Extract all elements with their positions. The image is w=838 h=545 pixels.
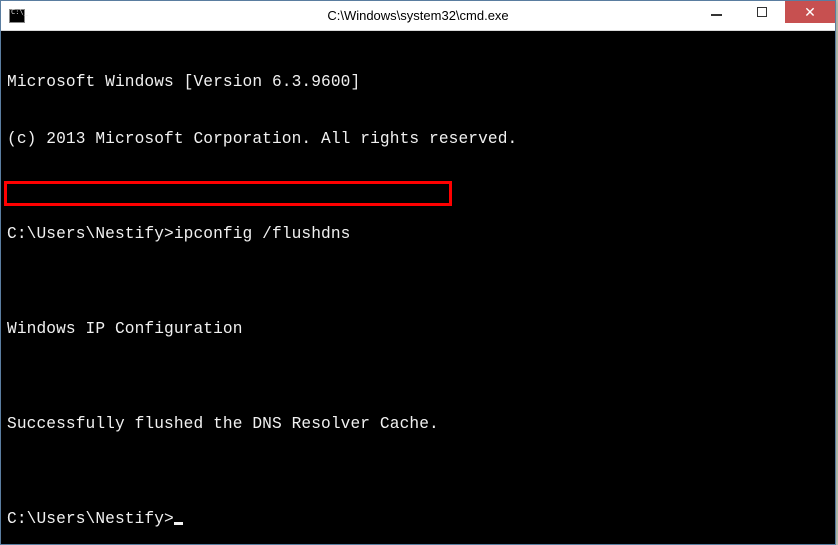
terminal-area[interactable]: Microsoft Windows [Version 6.3.9600] (c)… — [1, 31, 835, 544]
minimize-icon — [711, 14, 722, 16]
maximize-button[interactable] — [739, 1, 785, 23]
command-text: ipconfig /flushdns — [174, 225, 351, 243]
cursor-icon — [174, 522, 183, 525]
prompt-line: C:\Users\Nestify>ipconfig /flushdns — [7, 225, 829, 244]
titlebar[interactable]: C:\Windows\system32\cmd.exe ✕ — [1, 1, 835, 31]
output-line: (c) 2013 Microsoft Corporation. All righ… — [7, 130, 829, 149]
cmd-icon — [9, 9, 25, 23]
cmd-window: C:\Windows\system32\cmd.exe ✕ Microsoft … — [0, 0, 836, 545]
output-line: Windows IP Configuration — [7, 320, 829, 339]
window-controls: ✕ — [693, 1, 835, 23]
close-button[interactable]: ✕ — [785, 1, 835, 23]
minimize-button[interactable] — [693, 1, 739, 23]
prompt-prefix: C:\Users\Nestify> — [7, 510, 174, 528]
output-line: Microsoft Windows [Version 6.3.9600] — [7, 73, 829, 92]
close-icon: ✕ — [804, 5, 816, 19]
prompt-prefix: C:\Users\Nestify> — [7, 225, 174, 243]
prompt-line: C:\Users\Nestify> — [7, 510, 829, 529]
output-line-success: Successfully flushed the DNS Resolver Ca… — [7, 415, 829, 434]
maximize-icon — [757, 7, 767, 17]
annotation-highlight-box — [4, 181, 452, 206]
